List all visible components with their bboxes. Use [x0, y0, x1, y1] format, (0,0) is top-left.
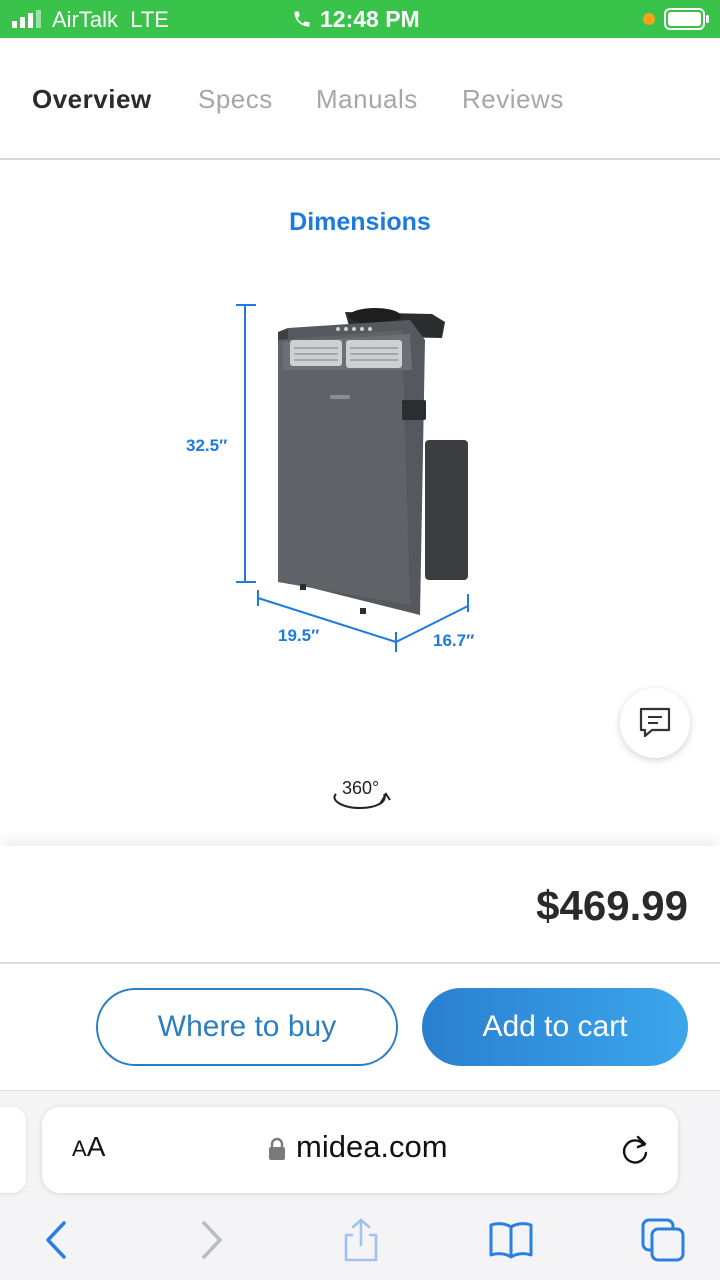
dimensions-title: Dimensions — [289, 208, 431, 236]
recording-dot — [643, 13, 655, 25]
tab-reviews[interactable]: Reviews — [462, 84, 564, 115]
text-size-button[interactable]: AA — [72, 1131, 105, 1163]
price-row: $469.99 — [0, 846, 720, 964]
signal-icon — [12, 10, 41, 28]
product-price: $469.99 — [536, 882, 688, 929]
chat-icon — [639, 707, 671, 738]
network-type: LTE — [130, 7, 169, 32]
carrier-label: AirTalk LTE — [52, 7, 169, 33]
product-tabs: Overview Specs Manuals Reviews — [0, 38, 720, 160]
tab-specs[interactable]: Specs — [198, 84, 273, 115]
tab-manuals[interactable]: Manuals — [316, 84, 418, 115]
rotate-360-label: 360° — [342, 778, 379, 798]
where-to-buy-button[interactable]: Where to buy — [96, 988, 398, 1066]
tab-overview[interactable]: Overview — [32, 84, 152, 115]
chat-button[interactable] — [620, 688, 690, 758]
url-text[interactable]: midea.com — [296, 1129, 448, 1165]
share-icon[interactable] — [338, 1217, 384, 1263]
address-bar[interactable]: AA midea.com — [42, 1107, 678, 1193]
width-label: 19.5″ — [278, 626, 320, 645]
clock: 12:48 PM — [320, 6, 420, 32]
browser-toolbar: AA midea.com — [0, 1090, 720, 1280]
carrier-name: AirTalk — [52, 7, 119, 32]
air-conditioner-image — [236, 304, 469, 652]
forward-icon[interactable] — [188, 1217, 234, 1263]
height-label: 32.5″ — [186, 436, 228, 455]
bookmarks-icon[interactable] — [488, 1217, 534, 1263]
text-size-small-a: A — [72, 1136, 87, 1161]
add-to-cart-button[interactable]: Add to cart — [422, 988, 688, 1066]
rotate-360-icon: 360° — [333, 778, 391, 810]
rotate-360-button[interactable]: 360° — [328, 772, 392, 814]
text-size-large-a: A — [86, 1131, 106, 1162]
depth-label: 16.7″ — [433, 631, 475, 650]
purchase-panel: $469.99 Where to buy Add to cart — [0, 846, 720, 1090]
tabs-icon[interactable] — [640, 1217, 686, 1263]
lock-icon — [269, 1137, 285, 1160]
back-icon[interactable] — [34, 1217, 80, 1263]
status-bar: AirTalk LTE 12:48 PM — [0, 0, 720, 38]
previous-tab-preview[interactable] — [0, 1107, 26, 1193]
battery-icon — [664, 8, 709, 30]
phone-icon — [294, 11, 310, 27]
reload-icon[interactable] — [618, 1133, 652, 1167]
